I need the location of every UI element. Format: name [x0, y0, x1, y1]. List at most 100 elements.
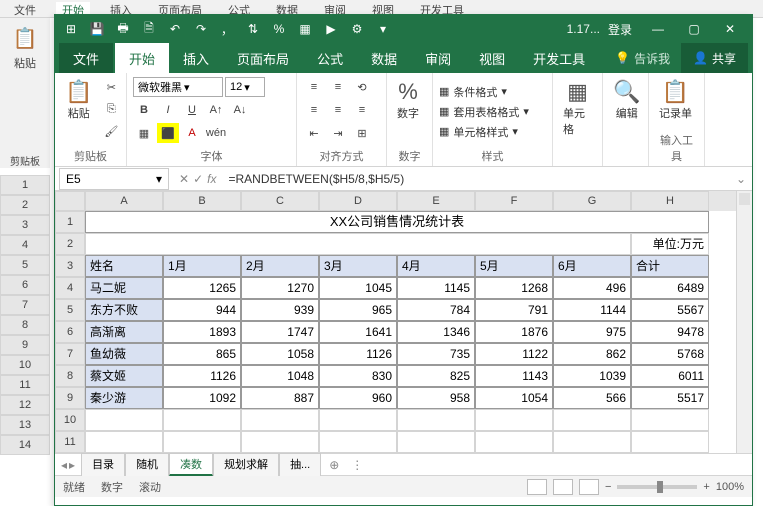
data-cell[interactable]: 1346: [397, 321, 475, 343]
bg-row-header[interactable]: 6: [0, 275, 50, 295]
data-cell[interactable]: 1893: [163, 321, 241, 343]
col-header-C[interactable]: C: [241, 191, 319, 211]
print-icon[interactable]: 🖶: [111, 17, 135, 41]
row-header[interactable]: 8: [55, 365, 85, 387]
bg-row-header[interactable]: 10: [0, 355, 50, 375]
excel-icon[interactable]: ⊞: [59, 17, 83, 41]
row-header[interactable]: 5: [55, 299, 85, 321]
tab-review[interactable]: 审阅: [411, 43, 465, 73]
data-cell[interactable]: 1039: [553, 365, 631, 387]
bold-button[interactable]: B: [133, 100, 155, 120]
data-cell[interactable]: 1054: [475, 387, 553, 409]
page-layout-button[interactable]: [553, 479, 573, 495]
sheet-list-icon[interactable]: ⋮: [351, 458, 363, 472]
empty-cell[interactable]: [553, 431, 631, 453]
data-cell[interactable]: 958: [397, 387, 475, 409]
sheet-tab[interactable]: 随机: [125, 453, 169, 476]
paste-button[interactable]: 📋粘贴: [61, 77, 96, 123]
empty-cell[interactable]: [85, 409, 163, 431]
header-cell[interactable]: 6月: [553, 255, 631, 277]
sheet-prev-icon[interactable]: ◂: [61, 458, 67, 472]
bg-row-header[interactable]: 3: [0, 215, 50, 235]
sheet-tab[interactable]: 规划求解: [213, 453, 279, 476]
bg-row-header[interactable]: 12: [0, 395, 50, 415]
bg-row-header[interactable]: 4: [0, 235, 50, 255]
maximize-button[interactable]: ▢: [676, 15, 712, 43]
data-cell[interactable]: 1126: [319, 343, 397, 365]
name-cell[interactable]: 蔡文姬: [85, 365, 163, 387]
increase-font-icon[interactable]: A↑: [205, 100, 227, 120]
cell-styles-button[interactable]: ▦单元格样式▾: [439, 123, 518, 141]
bg-row-header[interactable]: 7: [0, 295, 50, 315]
data-cell[interactable]: 1268: [475, 277, 553, 299]
col-header-A[interactable]: A: [85, 191, 163, 211]
col-header-F[interactable]: F: [475, 191, 553, 211]
col-header-H[interactable]: H: [631, 191, 709, 211]
undo-icon[interactable]: ↶: [163, 17, 187, 41]
data-cell[interactable]: 784: [397, 299, 475, 321]
tab-view[interactable]: 视图: [465, 43, 519, 73]
data-cell[interactable]: 1145: [397, 277, 475, 299]
empty-cell[interactable]: [631, 409, 709, 431]
macro-icon[interactable]: ▶: [319, 17, 343, 41]
font-name-combo[interactable]: 微软雅黑▾: [133, 77, 223, 97]
data-cell[interactable]: 939: [241, 299, 319, 321]
empty-cell[interactable]: [319, 409, 397, 431]
empty-cell[interactable]: [397, 431, 475, 453]
enter-formula-icon[interactable]: ✓: [193, 172, 203, 186]
border-button[interactable]: ▦: [133, 123, 155, 143]
increase-indent-icon[interactable]: ⇥: [327, 123, 349, 143]
empty-cell[interactable]: [85, 233, 631, 255]
conditional-format-button[interactable]: ▦条件格式▾: [439, 83, 507, 101]
bg-row-header[interactable]: 5: [0, 255, 50, 275]
bg-row-header[interactable]: 11: [0, 375, 50, 395]
data-cell[interactable]: 1045: [319, 277, 397, 299]
cells-button[interactable]: ▦单元格: [559, 77, 596, 139]
zoom-level[interactable]: 100%: [716, 481, 744, 493]
empty-cell[interactable]: [553, 409, 631, 431]
close-button[interactable]: ✕: [712, 15, 748, 43]
bg-row-header[interactable]: 9: [0, 335, 50, 355]
col-header-E[interactable]: E: [397, 191, 475, 211]
font-size-combo[interactable]: 12▾: [225, 77, 265, 97]
data-cell[interactable]: 1126: [163, 365, 241, 387]
page-break-button[interactable]: [579, 479, 599, 495]
data-cell[interactable]: 1144: [553, 299, 631, 321]
percent-icon[interactable]: %: [267, 17, 291, 41]
empty-cell[interactable]: [85, 431, 163, 453]
row-header[interactable]: 6: [55, 321, 85, 343]
data-cell[interactable]: 1641: [319, 321, 397, 343]
align-top-icon[interactable]: ≡: [303, 77, 325, 97]
decrease-font-icon[interactable]: A↓: [229, 100, 251, 120]
data-cell[interactable]: 1270: [241, 277, 319, 299]
zoom-out-button[interactable]: −: [605, 481, 611, 493]
data-cell[interactable]: 1747: [241, 321, 319, 343]
sheet-next-icon[interactable]: ▸: [69, 458, 75, 472]
data-cell[interactable]: 735: [397, 343, 475, 365]
data-cell[interactable]: 1092: [163, 387, 241, 409]
data-cell[interactable]: 791: [475, 299, 553, 321]
italic-button[interactable]: I: [157, 100, 179, 120]
name-cell[interactable]: 秦少游: [85, 387, 163, 409]
normal-view-button[interactable]: [527, 479, 547, 495]
add-sheet-button[interactable]: ⊕: [321, 458, 347, 472]
header-cell[interactable]: 4月: [397, 255, 475, 277]
bg-row-header[interactable]: 14: [0, 435, 50, 455]
row-header[interactable]: 7: [55, 343, 85, 365]
data-cell[interactable]: 825: [397, 365, 475, 387]
cut-icon[interactable]: ✂: [100, 77, 122, 97]
editing-button[interactable]: 🔍编辑: [609, 77, 644, 123]
header-cell[interactable]: 1月: [163, 255, 241, 277]
fill-color-button[interactable]: ⬛: [157, 123, 179, 143]
tab-data[interactable]: 数据: [357, 43, 411, 73]
data-cell[interactable]: 944: [163, 299, 241, 321]
tab-layout[interactable]: 页面布局: [223, 43, 303, 73]
data-cell[interactable]: 1265: [163, 277, 241, 299]
empty-cell[interactable]: [475, 431, 553, 453]
tab-insert[interactable]: 插入: [169, 43, 223, 73]
table-format-button[interactable]: ▦套用表格格式▾: [439, 103, 529, 121]
data-cell[interactable]: 965: [319, 299, 397, 321]
underline-button[interactable]: U: [181, 100, 203, 120]
row-header[interactable]: 2: [55, 233, 85, 255]
data-cell[interactable]: 975: [553, 321, 631, 343]
